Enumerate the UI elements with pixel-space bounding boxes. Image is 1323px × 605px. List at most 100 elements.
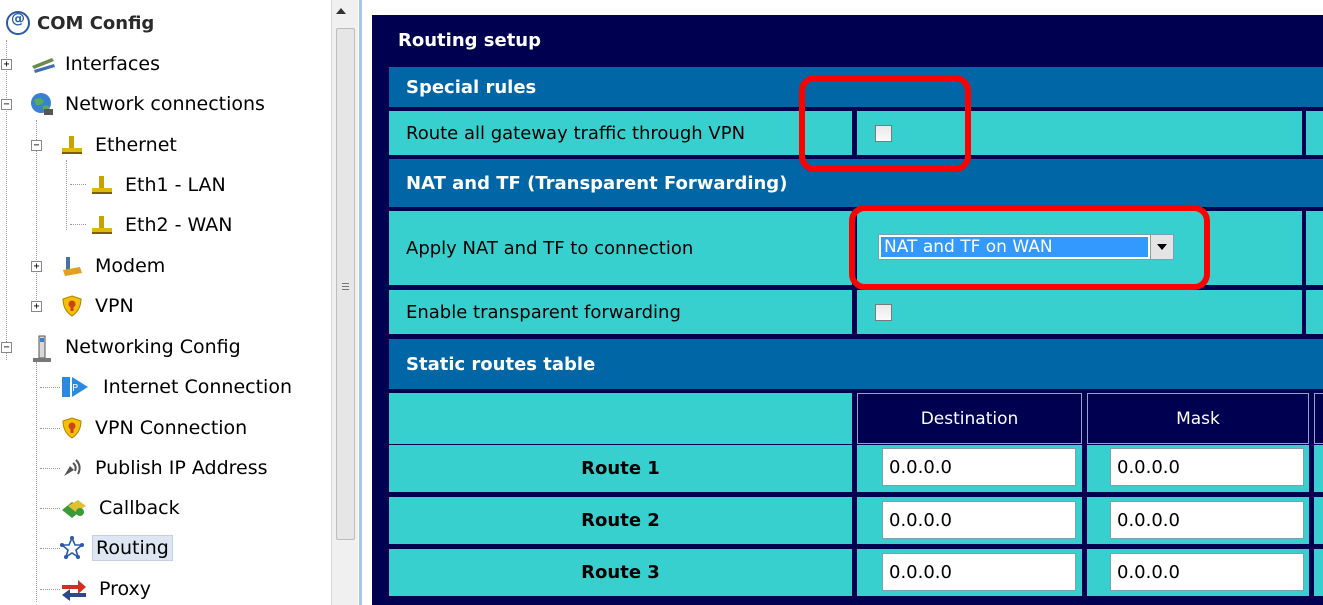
section-nat-tf: NAT and TF (Transparent Forwarding)	[389, 159, 1323, 207]
callback-icon	[60, 496, 88, 520]
route-1-destination-input[interactable]: 0.0.0.0	[882, 448, 1076, 486]
tree-item-publish-ip-address[interactable]: Publish IP Address	[60, 449, 271, 487]
tree-item-label: Networking Config	[65, 336, 241, 358]
tree-connector	[40, 589, 60, 590]
globe-icon	[30, 92, 54, 116]
tree-item-vpn[interactable]: VPN	[60, 287, 137, 325]
column-header-extra	[1314, 393, 1323, 444]
route-all-label-cell: Route all gateway traffic through VPN	[389, 111, 852, 155]
tree-connector	[40, 508, 60, 509]
apply-nat-label-cell: Apply NAT and TF to connection	[389, 211, 852, 285]
tree-item-eth1-lan[interactable]: Eth1 - LAN	[90, 166, 229, 204]
tree-item-interfaces[interactable]: Interfaces	[30, 45, 163, 83]
tree-item-label: Interfaces	[65, 53, 160, 75]
collapse-toggle[interactable]: −	[1, 342, 12, 353]
routing-setup-panel: Routing setup Special rules Route all ga…	[372, 15, 1323, 605]
tree-item-label: Eth1 - LAN	[125, 174, 226, 196]
collapse-toggle[interactable]: −	[1, 99, 12, 110]
route-2-mask-input[interactable]: 0.0.0.0	[1110, 501, 1304, 539]
enable-transparent-forwarding-checkbox[interactable]	[875, 303, 892, 321]
broadcast-icon	[60, 456, 84, 480]
chevron-down-icon[interactable]	[1150, 235, 1173, 259]
apply-nat-select-value: NAT and TF on WAN	[881, 237, 1148, 257]
route-name: Route 2	[581, 510, 660, 531]
tree-connector	[40, 387, 60, 388]
enable-tf-label: Enable transparent forwarding	[406, 301, 681, 323]
apply-nat-select[interactable]: NAT and TF on WAN	[878, 234, 1174, 260]
com-config-icon: @	[6, 11, 30, 35]
collapse-toggle[interactable]: −	[31, 140, 42, 151]
tree-item-label: Internet Connection	[103, 376, 292, 398]
expand-toggle[interactable]: +	[1, 59, 12, 70]
tree-connector	[40, 548, 60, 549]
column-header-mask: Mask	[1087, 393, 1309, 444]
internet-connection-icon: P	[60, 375, 92, 399]
modem-icon	[60, 254, 84, 278]
tree-item-network-connections[interactable]: Network connections	[30, 85, 268, 123]
route-all-extra-cell	[1306, 111, 1323, 155]
networking-config-icon	[30, 335, 54, 362]
enable-tf-value-cell	[857, 290, 1302, 334]
tree-root-label: COM Config	[37, 12, 155, 34]
section-header: NAT and TF (Transparent Forwarding)	[406, 172, 788, 194]
enable-tf-label-cell: Enable transparent forwarding	[389, 290, 852, 334]
tree-item-label: Proxy	[99, 578, 152, 600]
vpn-shield-icon	[60, 416, 84, 440]
tree-item-internet-connection[interactable]: P Internet Connection	[60, 368, 295, 406]
tree-item-label: Eth2 - WAN	[125, 214, 233, 236]
ethernet-port-icon	[90, 213, 114, 237]
tree-item-label: VPN Connection	[95, 417, 248, 439]
route-2-destination-input[interactable]: 0.0.0.0	[882, 501, 1076, 539]
vpn-shield-icon	[60, 294, 84, 318]
route-all-gateway-traffic-checkbox[interactable]	[875, 124, 892, 142]
scroll-up-icon[interactable]	[336, 8, 346, 14]
tree-connector	[66, 160, 67, 230]
interfaces-icon	[30, 52, 55, 76]
apply-nat-label: Apply NAT and TF to connection	[406, 237, 694, 259]
tree-connector	[6, 40, 7, 360]
tree-connector	[40, 468, 60, 469]
tree-item-networking-config[interactable]: Networking Config	[30, 328, 244, 366]
section-header: Static routes table	[406, 353, 596, 375]
tree-item-label: Routing	[92, 535, 173, 561]
tree-item-vpn-connection[interactable]: VPN Connection	[60, 409, 250, 447]
route-3-extra-cell	[1314, 549, 1323, 596]
tree-scrollbar[interactable]	[331, 0, 358, 605]
tree-connector	[36, 362, 37, 602]
tree-connector	[40, 428, 60, 429]
tree-item-label: Callback	[99, 497, 180, 519]
route-3-mask-input[interactable]: 0.0.0.0	[1110, 553, 1304, 591]
tree-item-eth2-wan[interactable]: Eth2 - WAN	[90, 206, 235, 244]
tree-item-callback[interactable]: Callback	[60, 489, 183, 527]
route-name: Route 1	[581, 458, 660, 479]
pane-gap	[362, 0, 372, 605]
tree-item-label: VPN	[95, 295, 134, 317]
expand-toggle[interactable]: +	[31, 301, 42, 312]
route-1-label-cell: Route 1	[389, 445, 852, 492]
section-header: Special rules	[406, 76, 537, 98]
expand-toggle[interactable]: +	[31, 261, 42, 272]
tree-item-label: Modem	[95, 255, 166, 277]
tree-item-label: Publish IP Address	[95, 457, 268, 479]
ethernet-port-icon	[90, 173, 114, 197]
ethernet-icon	[60, 133, 84, 157]
column-header-destination: Destination	[857, 393, 1082, 444]
tree-root[interactable]: @ COM Config	[6, 4, 157, 42]
route-1-mask-input[interactable]: 0.0.0.0	[1110, 448, 1304, 486]
route-all-label: Route all gateway traffic through VPN	[406, 122, 746, 144]
tree-item-ethernet[interactable]: Ethernet	[60, 126, 180, 164]
route-3-label-cell: Route 3	[389, 549, 852, 596]
route-2-extra-cell	[1314, 497, 1323, 544]
tree-item-label: Network connections	[65, 93, 265, 115]
proxy-icon	[60, 577, 88, 601]
table-corner-cell	[389, 393, 852, 444]
tree-item-routing[interactable]: Routing	[59, 529, 173, 567]
route-1-extra-cell	[1314, 445, 1323, 492]
apply-nat-extra-cell	[1306, 211, 1323, 285]
tree-item-proxy[interactable]: Proxy	[60, 570, 154, 605]
route-3-destination-input[interactable]: 0.0.0.0	[882, 553, 1076, 591]
tree-item-modem[interactable]: Modem	[60, 247, 168, 285]
section-static-routes: Static routes table	[389, 339, 1323, 389]
scroll-thumb[interactable]	[336, 28, 355, 540]
tree-connector	[70, 184, 86, 185]
